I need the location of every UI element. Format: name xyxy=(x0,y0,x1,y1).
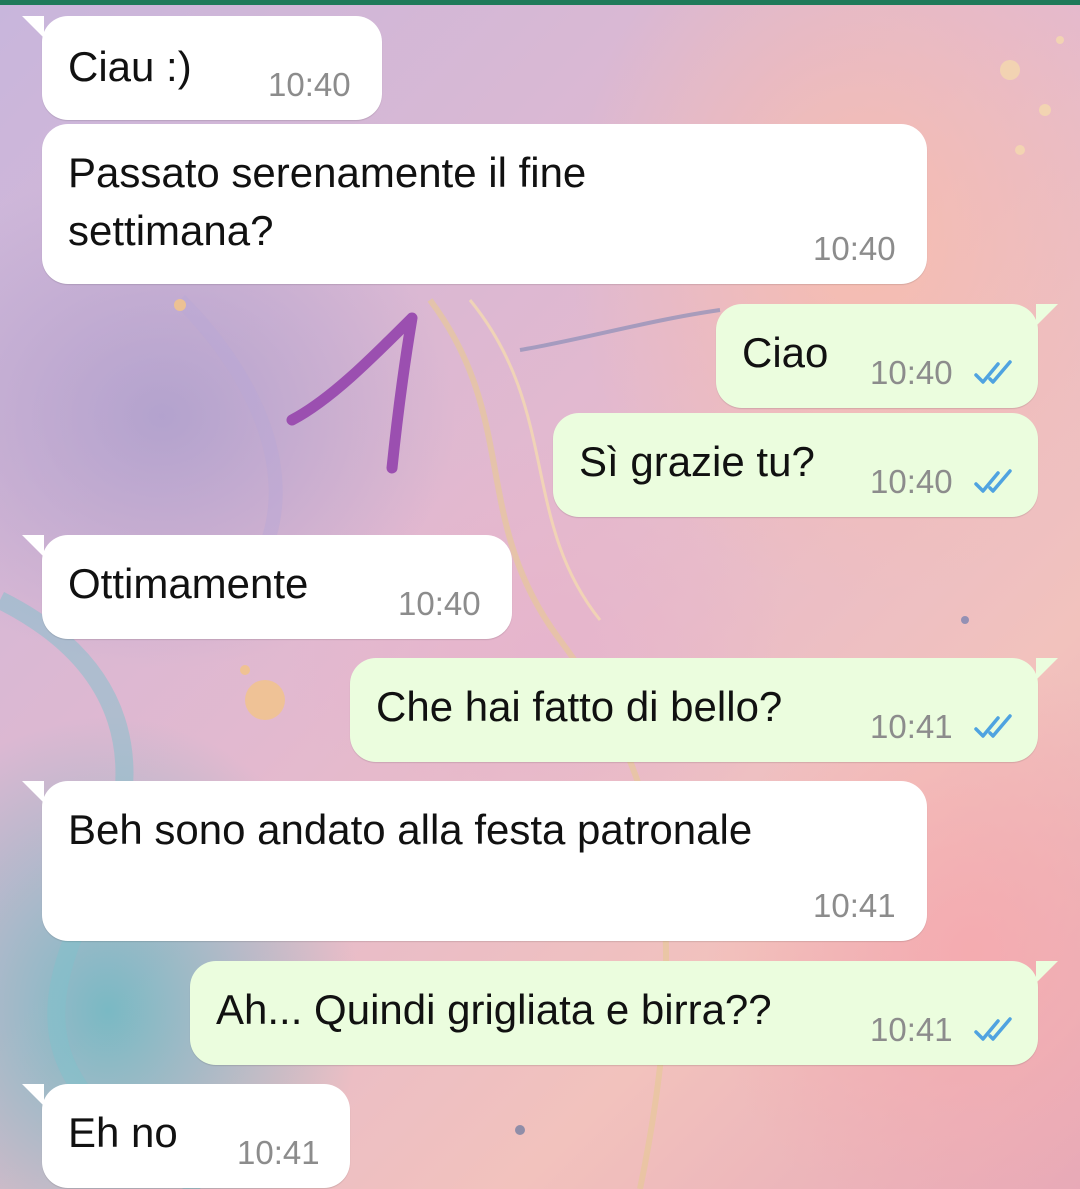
bubble-tail xyxy=(22,16,44,38)
message-text: Ottimamente xyxy=(68,560,309,607)
message-timestamp: 10:40 xyxy=(813,230,896,267)
message-text: Sì grazie tu? xyxy=(579,438,815,485)
bubble-tail xyxy=(22,535,44,557)
bubble-tail xyxy=(22,781,44,803)
message-bubble-outgoing[interactable]: Che hai fatto di bello? 10:41 xyxy=(350,658,1058,762)
message-timestamp: 10:41 xyxy=(813,887,896,924)
message-text: Che hai fatto di bello? xyxy=(376,683,783,730)
message-text-line: Passato serenamente il fine xyxy=(68,149,587,196)
message-timestamp: 10:40 xyxy=(870,354,953,391)
message-timestamp: 10:40 xyxy=(268,66,351,103)
message-text: Ah... Quindi grigliata e birra?? xyxy=(216,986,772,1033)
message-timestamp: 10:40 xyxy=(398,585,481,622)
message-bubble-outgoing[interactable]: Ciao 10:40 xyxy=(716,304,1058,408)
message-text-line: settimana? xyxy=(68,207,274,254)
message-bubble-incoming[interactable]: Ottimamente 10:40 xyxy=(22,535,512,639)
message-text: Ciau :) xyxy=(68,43,192,90)
message-bubble-incoming[interactable]: Ciau :) 10:40 xyxy=(22,16,382,120)
message-bubble-outgoing[interactable]: Sì grazie tu? 10:40 xyxy=(553,413,1038,517)
read-double-check-icon xyxy=(974,360,1012,384)
message-text: Eh no xyxy=(68,1109,178,1156)
read-double-check-icon xyxy=(974,469,1012,493)
message-timestamp: 10:40 xyxy=(870,463,953,500)
message-bubble-incoming[interactable]: Beh sono andato alla festa patronale 10:… xyxy=(22,781,927,941)
message-timestamp: 10:41 xyxy=(237,1134,320,1171)
message-timestamp: 10:41 xyxy=(870,708,953,745)
bubble-tail xyxy=(1036,961,1058,983)
message-text: Ciao xyxy=(742,329,829,376)
bubble-tail xyxy=(1036,304,1058,326)
message-bubble-incoming[interactable]: Passato serenamente il fine settimana? 1… xyxy=(42,124,927,284)
bubble-tail xyxy=(1036,658,1058,680)
message-text: Beh sono andato alla festa patronale xyxy=(68,806,753,853)
message-bubble-incoming[interactable]: Eh no 10:41 xyxy=(22,1084,350,1188)
message-timestamp: 10:41 xyxy=(870,1011,953,1048)
read-double-check-icon xyxy=(974,1017,1012,1041)
read-double-check-icon xyxy=(974,714,1012,738)
message-bubble-outgoing[interactable]: Ah... Quindi grigliata e birra?? 10:41 xyxy=(190,961,1058,1065)
bubble-tail xyxy=(22,1084,44,1106)
